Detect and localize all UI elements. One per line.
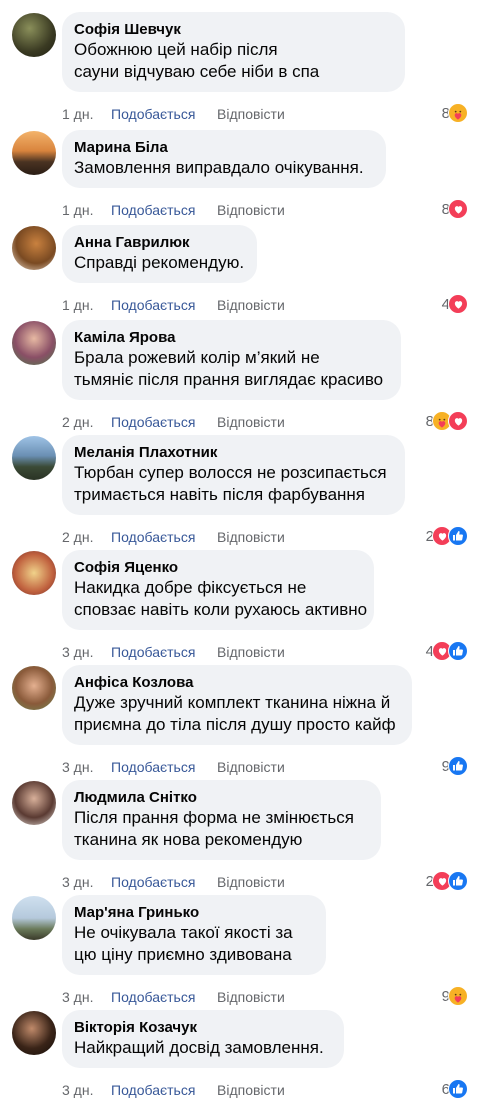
comment-author[interactable]: Софія Яценко — [74, 558, 362, 577]
comment-text-line: Замовлення виправдало очікування. — [74, 158, 364, 177]
avatar[interactable] — [12, 551, 56, 595]
comment-author[interactable]: Анфіса Козлова — [74, 673, 400, 692]
avatar[interactable] — [12, 896, 56, 940]
avatar[interactable] — [12, 321, 56, 365]
comment: Анфіса Козлова Дуже зручний комплект ткан… — [0, 653, 480, 779]
avatar[interactable] — [12, 226, 56, 270]
comment-bubble: Анна Гаврилюк Справді рекомендую. — [62, 225, 257, 283]
comment-text-line: Дуже зручний комплект тканина ніжна й — [74, 693, 391, 712]
reply-button[interactable]: Відповісти — [217, 1080, 285, 1100]
comment-bubble: Софія Яценко Накидка добре фіксується не с… — [62, 550, 374, 630]
comment-text-line: Не очікувала такої якості за — [74, 923, 293, 942]
comment-bubble: Людмила Снітко Після прання форма не змін… — [62, 780, 381, 860]
comment-text-line: сауни відчуваю себе ніби в спа — [74, 62, 320, 81]
comment-author[interactable]: Софія Шевчук — [74, 20, 393, 39]
comment-bubble: Каміла Ярова Брала рожевий колір м’який н… — [62, 320, 401, 400]
comment: Анна Гаврилюк Справді рекомендую. 1 дн. Под… — [0, 213, 480, 317]
comments-list: Софія Шевчук Обожнюю цей набір після сауни… — [0, 0, 480, 1099]
comment: Каміла Ярова Брала рожевий колір м’який н… — [0, 308, 480, 434]
comment-text-line: цю ціну приємно здивована — [74, 945, 292, 964]
comment-text-line: тримається навіть після фарбування — [74, 485, 366, 504]
comment: Меланія Плахотник Тюрбан супер волосся не… — [0, 423, 480, 549]
comment-author[interactable]: Меланія Плахотник — [74, 443, 393, 462]
comment: Софія Яценко Накидка добре фіксується не с… — [0, 538, 480, 664]
comment-author[interactable]: Анна Гаврилюк — [74, 233, 245, 252]
like-reaction-icon — [448, 1079, 468, 1099]
comment-text-line: приємна до тіла після душу просто кайф — [74, 715, 396, 734]
comment-author[interactable]: Вікторія Козачук — [74, 1018, 332, 1037]
comment-text-line: Найкращий досвід замовлення. — [74, 1038, 324, 1057]
avatar[interactable] — [12, 1011, 56, 1055]
comment-bubble: Вікторія Козачук Найкращий досвід замовле… — [62, 1010, 344, 1068]
comment: Людмила Снітко Після прання форма не змін… — [0, 768, 480, 894]
avatar[interactable] — [12, 436, 56, 480]
comment-bubble: Марина Біла Замовлення виправдало очікува… — [62, 130, 386, 188]
comment-text-line: тканина як нова рекомендую — [74, 830, 303, 849]
comment: Софія Шевчук Обожнюю цей набір після сауни… — [0, 0, 480, 126]
comment-bubble: Меланія Плахотник Тюрбан супер волосся не… — [62, 435, 405, 515]
comment-author[interactable]: Людмила Снітко — [74, 788, 369, 807]
comment-bubble: Софія Шевчук Обожнюю цей набір після сауни… — [62, 12, 405, 92]
comment-actions: 3 дн. Подобається Відповісти — [62, 1080, 472, 1100]
comment-bubble: Анфіса Козлова Дуже зручний комплект ткан… — [62, 665, 412, 745]
comment: Марина Біла Замовлення виправдало очікува… — [0, 118, 480, 222]
comment-timestamp[interactable]: 3 дн. — [62, 1080, 93, 1100]
comment-text-line: тьмяніє після прання виглядає красиво — [74, 370, 384, 389]
comment: Мар'яна Гринько Не очікувала такої якості… — [0, 883, 480, 1009]
comment-text-line: Брала рожевий колір м’який не — [74, 348, 320, 367]
comment-author[interactable]: Мар'яна Гринько — [74, 903, 314, 922]
comment-bubble: Мар'яна Гринько Не очікувала такої якості… — [62, 895, 326, 975]
comment-text-line: сповзає навіть коли рухаюсь активно — [74, 600, 368, 619]
comment-author[interactable]: Каміла Ярова — [74, 328, 389, 347]
comment-author[interactable]: Марина Біла — [74, 138, 374, 157]
comment-text-line: Обожнюю цей набір після — [74, 40, 278, 59]
avatar[interactable] — [12, 131, 56, 175]
like-button[interactable]: Подобається — [111, 1080, 195, 1100]
comment-text-line: Справді рекомендую. — [74, 253, 245, 272]
comment-text-line: Після прання форма не змінюється — [74, 808, 354, 827]
avatar[interactable] — [12, 781, 56, 825]
avatar[interactable] — [12, 666, 56, 710]
comment-text-line: Накидка добре фіксується не — [74, 578, 307, 597]
reaction-summary[interactable]: 6 — [442, 1079, 468, 1099]
comment: Вікторія Козачук Найкращий досвід замовле… — [0, 998, 480, 1102]
comment-text-line: Тюрбан супер волосся не розсипається — [74, 463, 387, 482]
avatar[interactable] — [12, 13, 56, 57]
